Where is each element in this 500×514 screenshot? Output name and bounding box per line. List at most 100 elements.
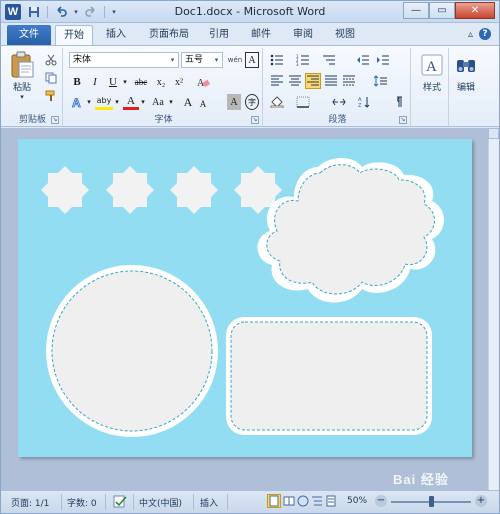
view-ruler-icon[interactable] — [488, 128, 499, 139]
enclose-characters-button[interactable]: 字 — [245, 94, 259, 110]
bullets-icon[interactable] — [269, 52, 285, 68]
tab-insert[interactable]: 插入 — [99, 25, 133, 45]
font-name-dropdown-arrow[interactable]: ▾ — [167, 53, 178, 67]
cut-icon[interactable] — [43, 52, 59, 68]
align-right-icon[interactable] — [305, 73, 321, 89]
increase-indent-icon[interactable] — [375, 52, 391, 68]
star-shape[interactable] — [41, 166, 89, 214]
highlight-button[interactable]: aby — [95, 94, 113, 110]
character-border-button[interactable]: A — [245, 52, 259, 68]
word-window: W ▾ ▾ Doc1.docx - Microsoft Word — ▭ ✕ 文… — [0, 0, 500, 514]
editing-button[interactable]: 编辑 — [451, 50, 481, 93]
insert-mode-status[interactable]: 插入 — [200, 496, 218, 509]
show-formatting-icon[interactable] — [389, 94, 405, 110]
font-size-dropdown-arrow[interactable]: ▾ — [211, 53, 222, 67]
web-layout-icon[interactable] — [297, 495, 309, 510]
group-font: 宋体 ▾ 五号 ▾ wén A B I U ▾ abc x₂ x² A A ▾ … — [65, 48, 263, 126]
editing-label: 编辑 — [456, 83, 475, 93]
status-divider — [227, 494, 228, 510]
font-color-dropdown-arrow[interactable]: ▾ — [139, 94, 147, 110]
character-shading-button[interactable]: A — [227, 94, 241, 110]
sort-icon[interactable]: AZ — [357, 94, 373, 110]
bold-button[interactable]: B — [69, 74, 85, 90]
tab-file[interactable]: 文件 — [7, 25, 51, 45]
chinese-layout-icon[interactable] — [331, 94, 347, 110]
underline-dropdown-arrow[interactable]: ▾ — [121, 74, 129, 90]
format-painter-icon[interactable] — [43, 88, 59, 104]
vertical-scrollbar[interactable] — [488, 128, 499, 490]
star-shape[interactable] — [106, 166, 154, 214]
proofing-icon[interactable] — [113, 494, 127, 511]
decrease-indent-icon[interactable] — [355, 52, 371, 68]
zoom-out-button[interactable]: − — [375, 495, 387, 507]
numbering-icon[interactable]: 123 — [295, 52, 311, 68]
status-divider — [133, 494, 134, 510]
font-size-combo[interactable]: 五号 ▾ — [181, 52, 223, 68]
change-case-dropdown-arrow[interactable]: ▾ — [167, 94, 175, 110]
word-count[interactable]: 字数: 0 — [67, 496, 97, 509]
font-color-button[interactable]: A — [123, 94, 139, 110]
zoom-level[interactable]: 50% — [347, 496, 367, 506]
status-divider — [61, 494, 62, 510]
grow-font-button[interactable]: A — [181, 94, 195, 110]
text-effects-dropdown-arrow[interactable]: ▾ — [85, 94, 93, 110]
minimize-ribbon-icon[interactable]: ▵ — [468, 29, 473, 40]
paragraph-launcher-icon[interactable]: ↘ — [399, 116, 407, 124]
tab-page-layout[interactable]: 页面布局 — [141, 25, 197, 45]
highlight-dropdown-arrow[interactable]: ▾ — [113, 94, 121, 110]
styles-button[interactable]: A 样式 — [417, 50, 447, 93]
underline-button[interactable]: U — [105, 74, 121, 90]
rounded-rectangle-shape[interactable] — [226, 317, 432, 435]
paragraph-group-label: 段落 — [328, 115, 347, 125]
paste-button[interactable]: 粘贴 ▾ — [7, 50, 37, 101]
copy-icon[interactable] — [43, 70, 59, 86]
zoom-in-button[interactable]: + — [475, 495, 487, 507]
superscript-button[interactable]: x² — [171, 74, 187, 90]
group-paragraph: 123 A Z 段落 ↘ — [265, 48, 411, 126]
borders-icon[interactable] — [295, 94, 311, 110]
maximize-button[interactable]: ▭ — [429, 2, 455, 19]
shading-icon[interactable] — [269, 94, 285, 110]
tab-bar-right: ▵ ? — [468, 28, 491, 40]
tab-view[interactable]: 视图 — [329, 25, 361, 45]
close-button[interactable]: ✕ — [455, 2, 495, 19]
help-icon[interactable]: ? — [479, 28, 491, 40]
paste-label: 粘贴 — [12, 83, 31, 93]
subscript-button[interactable]: x₂ — [153, 74, 169, 90]
line-spacing-icon[interactable] — [373, 73, 389, 89]
page-count[interactable]: 页面: 1/1 — [11, 496, 49, 509]
text-effects-icon[interactable]: A — [69, 94, 85, 110]
align-center-icon[interactable] — [287, 73, 303, 89]
font-name-combo[interactable]: 宋体 ▾ — [69, 52, 179, 68]
minimize-button[interactable]: — — [403, 2, 429, 19]
draft-view-icon[interactable] — [325, 495, 337, 510]
full-screen-reading-icon[interactable] — [283, 495, 295, 510]
justify-icon[interactable] — [323, 73, 339, 89]
circle-shape[interactable] — [46, 265, 218, 437]
tab-home[interactable]: 开始 — [55, 25, 93, 45]
star-shape[interactable] — [170, 166, 218, 214]
print-layout-view-icon[interactable] — [267, 494, 281, 508]
distributed-icon[interactable] — [341, 73, 357, 89]
tab-review[interactable]: 审阅 — [287, 25, 319, 45]
strikethrough-button[interactable]: abc — [131, 74, 151, 90]
tab-references[interactable]: 引用 — [203, 25, 235, 45]
paste-dropdown-arrow[interactable]: ▾ — [20, 93, 24, 101]
phonetic-guide-button[interactable]: wén — [227, 52, 243, 68]
document-page[interactable] — [18, 139, 472, 457]
clipboard-launcher-icon[interactable]: ↘ — [51, 116, 59, 124]
tab-mailings[interactable]: 邮件 — [245, 25, 277, 45]
outline-view-icon[interactable] — [311, 495, 323, 510]
shrink-font-button[interactable]: A — [197, 96, 209, 112]
change-case-button[interactable]: Aa — [149, 94, 167, 110]
baidu-jingyan-watermark: Bai 经验 — [393, 472, 449, 487]
font-launcher-icon[interactable]: ↘ — [251, 116, 259, 124]
cloud-shape[interactable] — [257, 158, 444, 303]
language-status[interactable]: 中文(中国) — [139, 496, 182, 509]
italic-button[interactable]: I — [87, 74, 103, 90]
align-left-icon[interactable] — [269, 73, 285, 89]
clear-formatting-icon[interactable]: A — [195, 74, 211, 90]
group-editing: 编辑 — [451, 48, 481, 126]
multilevel-list-icon[interactable] — [321, 52, 337, 68]
zoom-slider-thumb[interactable] — [429, 496, 434, 507]
